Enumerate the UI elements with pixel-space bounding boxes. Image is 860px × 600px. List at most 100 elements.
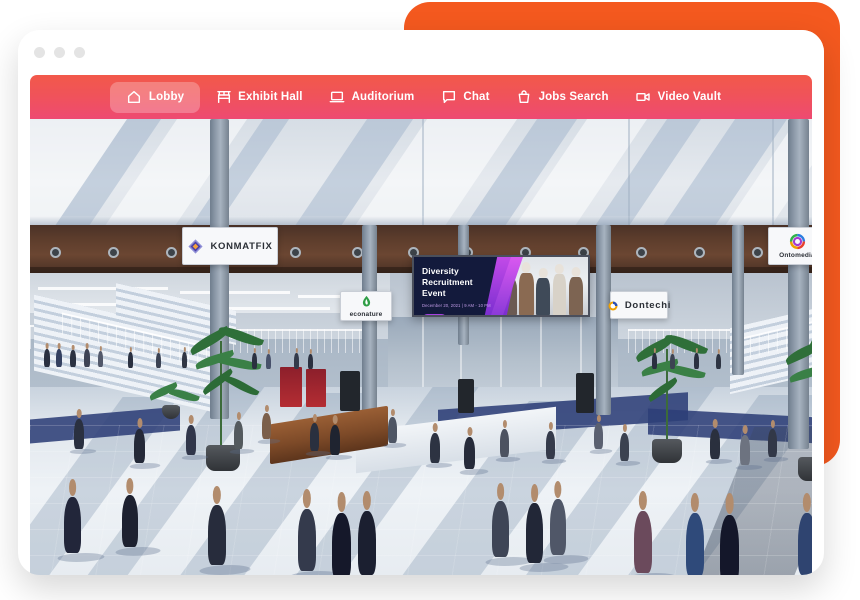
avatar-person bbox=[546, 422, 555, 459]
avatar-person bbox=[182, 346, 187, 368]
avatar-person bbox=[308, 349, 313, 369]
nav-label-chat: Chat bbox=[463, 91, 490, 103]
avatar-person bbox=[464, 426, 475, 469]
booth-label-ontomedia: Ontomedia bbox=[779, 252, 812, 259]
led-text-panel: Diversity Recruitment Event December 20,… bbox=[414, 257, 504, 315]
store-icon bbox=[215, 89, 232, 106]
avatar-person bbox=[388, 408, 397, 443]
nav-item-list: Lobby Exhibit Hall Auditorium Chat Jobs … bbox=[109, 81, 732, 113]
led-cta-button[interactable]: JOIN bbox=[422, 313, 447, 315]
home-icon bbox=[126, 89, 143, 106]
avatar-person bbox=[56, 343, 62, 367]
avatar-person bbox=[266, 349, 271, 369]
avatar-person bbox=[634, 491, 652, 573]
booth-label-konmatfix: KONMATFIX bbox=[210, 240, 273, 252]
avatar-person bbox=[686, 492, 704, 575]
video-camera-icon bbox=[635, 89, 652, 106]
spiral-logo-icon bbox=[789, 233, 806, 250]
avatar-person bbox=[310, 414, 319, 451]
minimize-icon[interactable] bbox=[54, 47, 65, 58]
structural-column bbox=[788, 119, 809, 449]
avatar-person bbox=[262, 404, 271, 439]
avatar-person bbox=[332, 491, 351, 575]
nav-item-chat[interactable]: Chat bbox=[429, 83, 500, 112]
avatar-person bbox=[710, 419, 720, 459]
window-titlebar bbox=[18, 30, 824, 75]
avatar-person bbox=[294, 347, 299, 369]
close-icon[interactable] bbox=[34, 47, 45, 58]
booth-sign-ontomedia[interactable]: Ontomedia bbox=[768, 227, 812, 265]
exhibit-banner bbox=[306, 369, 326, 407]
avatar-person bbox=[740, 425, 750, 465]
avatar-person bbox=[64, 479, 81, 553]
avatar-person bbox=[44, 343, 50, 367]
nav-item-lobby[interactable]: Lobby bbox=[109, 81, 201, 113]
avatar-person bbox=[550, 481, 566, 555]
avatar-person bbox=[720, 493, 739, 575]
avatar-person bbox=[330, 415, 340, 455]
exhibit-kiosk bbox=[340, 371, 360, 411]
glass-ceiling bbox=[30, 119, 812, 225]
avatar-person bbox=[74, 409, 84, 449]
avatar-person bbox=[358, 490, 376, 575]
leaf-logo-icon bbox=[359, 294, 374, 309]
avatar-person bbox=[252, 347, 257, 369]
nav-item-jobs-search[interactable]: Jobs Search bbox=[505, 83, 620, 112]
avatar-person bbox=[500, 420, 509, 457]
avatar-person bbox=[70, 344, 76, 367]
screenshot-root: Lobby Exhibit Hall Auditorium Chat Jobs … bbox=[0, 0, 860, 600]
avatar-person bbox=[84, 343, 90, 367]
exhibit-kiosk bbox=[458, 379, 474, 413]
avatar-person bbox=[298, 489, 316, 571]
nav-item-auditorium[interactable]: Auditorium bbox=[318, 83, 426, 112]
nav-label-jobs-search: Jobs Search bbox=[538, 91, 609, 103]
avatar-person bbox=[430, 423, 440, 463]
structural-column bbox=[732, 225, 744, 375]
avatar-person bbox=[98, 345, 103, 367]
nav-label-exhibit-hall: Exhibit Hall bbox=[238, 91, 303, 103]
led-title-line1: Diversity bbox=[422, 266, 459, 276]
nav-label-lobby: Lobby bbox=[148, 91, 185, 103]
avatar-person bbox=[234, 412, 243, 449]
avatar-person bbox=[134, 418, 145, 463]
booth-label-econature: econature bbox=[349, 311, 383, 318]
avatar-person bbox=[186, 415, 196, 455]
avatar-person bbox=[670, 349, 675, 369]
chat-bubble-icon bbox=[440, 89, 457, 106]
booth-label-dontechi: Dontechi bbox=[624, 299, 672, 311]
event-led-screen[interactable]: Diversity Recruitment Event December 20,… bbox=[412, 255, 590, 317]
exhibit-banner bbox=[280, 367, 302, 407]
led-event-date: December 20, 2021 | 9 AM - 10 PM bbox=[422, 302, 491, 308]
avatar-person bbox=[492, 483, 509, 557]
led-title-line2: Recruitment Event bbox=[422, 276, 473, 298]
avatar-person bbox=[652, 347, 657, 369]
booth-sign-konmatfix[interactable]: KONMATFIX bbox=[182, 227, 278, 265]
browser-window: Lobby Exhibit Hall Auditorium Chat Jobs … bbox=[18, 30, 824, 575]
nav-item-video-vault[interactable]: Video Vault bbox=[624, 83, 732, 112]
avatar-person bbox=[716, 349, 721, 369]
avatar-person bbox=[620, 424, 629, 461]
nav-item-exhibit-hall[interactable]: Exhibit Hall bbox=[204, 83, 313, 112]
laptop-icon bbox=[329, 89, 346, 106]
main-navigation: Lobby Exhibit Hall Auditorium Chat Jobs … bbox=[30, 75, 812, 119]
avatar-person bbox=[526, 483, 543, 563]
avatar-person bbox=[798, 493, 812, 575]
exhibit-kiosk bbox=[576, 373, 594, 413]
structural-column bbox=[596, 225, 611, 415]
nav-label-video-vault: Video Vault bbox=[657, 91, 722, 103]
nav-label-auditorium: Auditorium bbox=[351, 91, 415, 103]
avatar-person bbox=[122, 478, 138, 547]
avatar-person bbox=[694, 347, 699, 369]
avatar-person bbox=[768, 420, 777, 457]
avatar-person bbox=[156, 348, 161, 368]
lobby-scene-image: Diversity Recruitment Event December 20,… bbox=[30, 119, 812, 575]
maximize-icon[interactable] bbox=[74, 47, 85, 58]
booth-sign-econature[interactable]: econature bbox=[340, 291, 392, 321]
avatar-person bbox=[594, 414, 603, 449]
avatar-person bbox=[128, 346, 133, 368]
booth-sign-dontechi[interactable]: Dontechi bbox=[607, 291, 672, 319]
avatar-person bbox=[208, 485, 226, 565]
bag-icon bbox=[516, 89, 533, 106]
diamond-logo-icon bbox=[187, 238, 204, 255]
ring-logo-icon bbox=[607, 299, 619, 311]
